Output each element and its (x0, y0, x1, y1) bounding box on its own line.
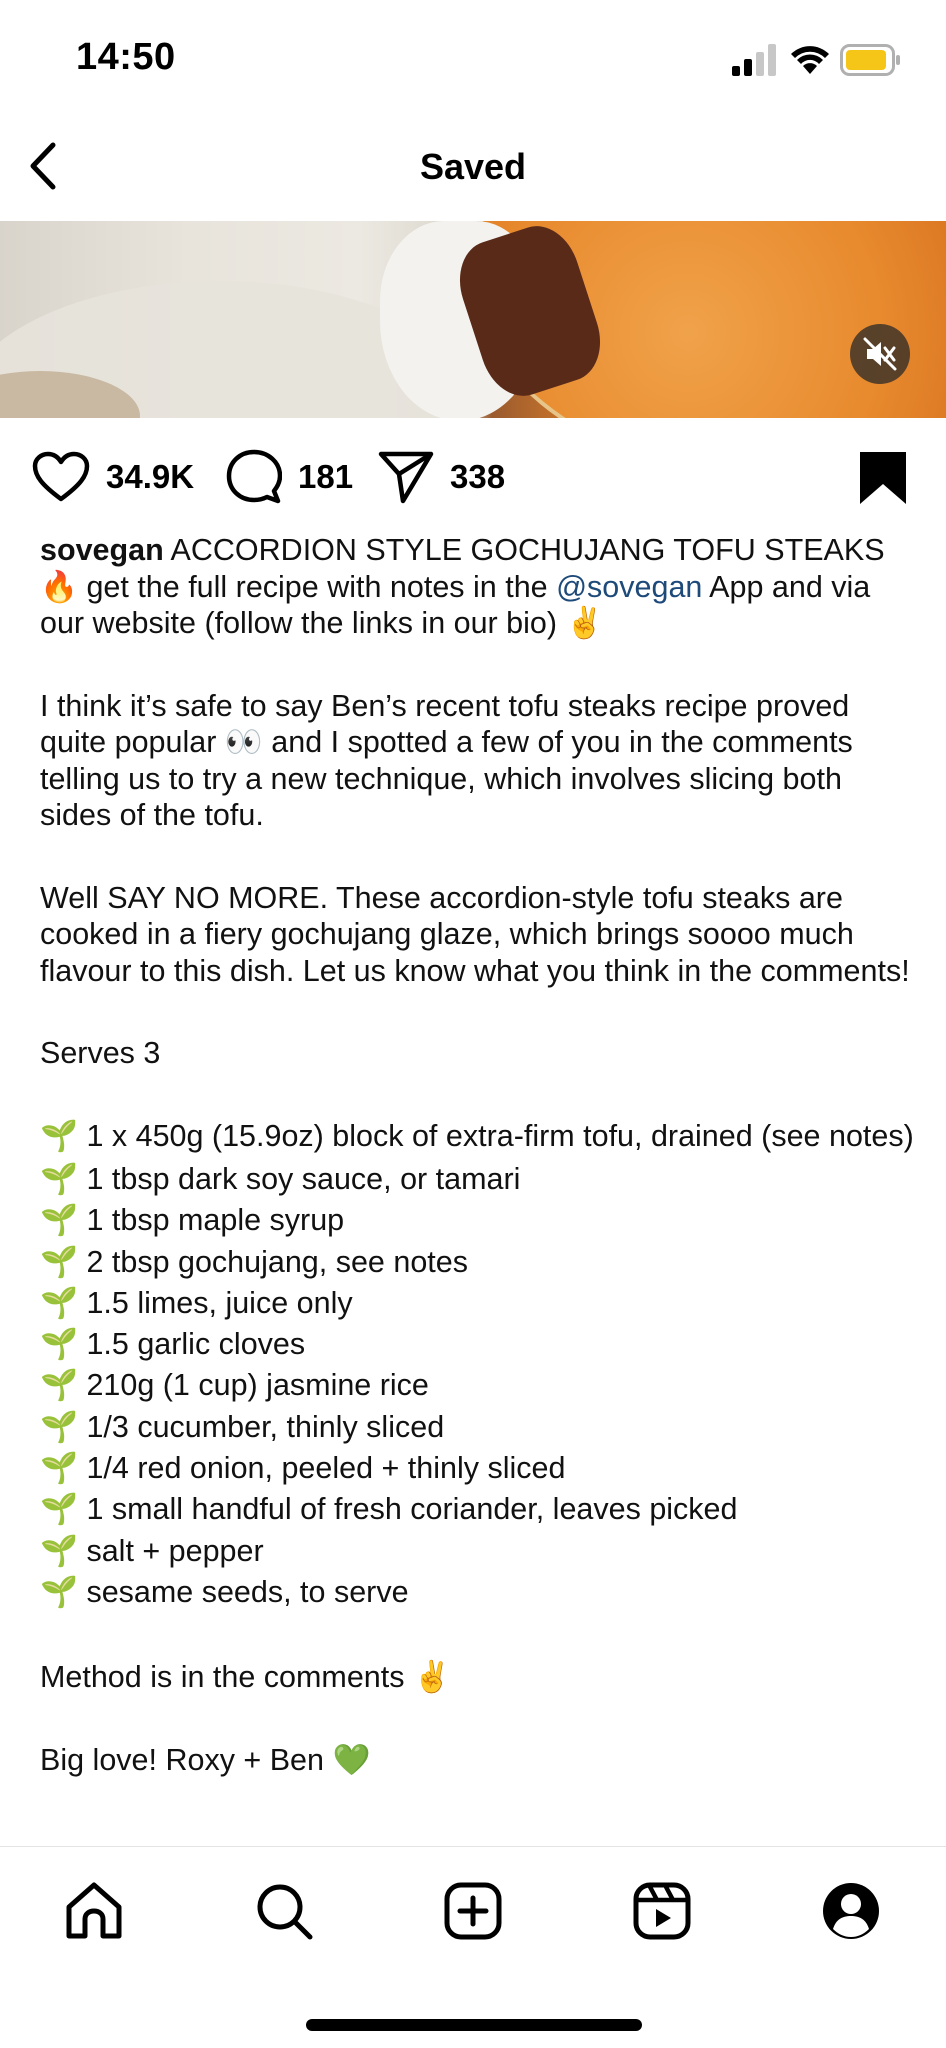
nav-create-button[interactable] (433, 1875, 513, 1947)
speaker-muted-icon (863, 337, 897, 371)
search-icon (257, 1884, 313, 1940)
post-caption: sovegan ACCORDION STYLE GOCHUJANG TOFU S… (40, 532, 920, 1778)
ingredient-item: 🌱 1 tbsp dark soy sauce, or tamari (40, 1162, 521, 1196)
caption-paragraph-1: I think it’s safe to say Ben’s recent to… (40, 688, 853, 833)
post-actions: 34.9K 181 338 (0, 440, 946, 514)
ingredient-item: 🌱 210g (1 cup) jasmine rice (40, 1368, 429, 1403)
ingredient-item: 🌱 1 tbsp maple syrup (40, 1203, 345, 1238)
signal-icon (732, 44, 776, 76)
ingredient-item: 🌱 1/4 red onion, peeled + thinly sliced (40, 1451, 566, 1486)
comment-button[interactable]: 181 (226, 440, 353, 514)
nav-search-button[interactable] (244, 1875, 324, 1947)
caption-username[interactable]: sovegan (40, 533, 164, 567)
mute-button[interactable] (850, 324, 910, 384)
post-video[interactable] (0, 221, 946, 418)
ingredient-item: 🌱 1.5 garlic cloves (40, 1327, 306, 1362)
share-button[interactable]: 338 (378, 440, 505, 514)
ingredient-item: 🌱 sesame seeds, to serve (40, 1574, 409, 1609)
status-bar: 14:50 (0, 0, 946, 110)
ingredient-item: 🌱 salt + pepper (40, 1533, 264, 1568)
bookmark-button[interactable] (856, 450, 910, 506)
create-icon (444, 1882, 502, 1940)
like-button[interactable]: 34.9K (32, 440, 194, 514)
caption-signoff: Big love! Roxy + Ben 💚 (40, 1742, 371, 1777)
ingredient-list: 🌱 1 x 450g (15.9oz) block of extra-firm … (40, 1118, 920, 1614)
ingredient-item: 🌱 1 x 450g (15.9oz) block of extra-firm … (40, 1118, 914, 1153)
nav-reels-button[interactable] (622, 1875, 702, 1947)
share-count: 338 (450, 458, 506, 495)
status-time: 14:50 (76, 36, 176, 78)
header: Saved (0, 110, 946, 220)
caption-serves: Serves 3 (40, 1036, 161, 1070)
caption-method: Method is in the comments ✌️ (40, 1660, 451, 1695)
heart-icon (32, 451, 90, 502)
caption-paragraph-2: Well SAY NO MORE. These accordion-style … (40, 880, 910, 988)
profile-icon (823, 1883, 879, 1939)
ingredient-item: 🌱 1.5 limes, juice only (40, 1285, 353, 1320)
home-icon (66, 1882, 122, 1939)
page-title: Saved (419, 146, 527, 187)
comment-count: 181 (298, 458, 354, 495)
caption-mention[interactable]: @sovegan (556, 570, 702, 604)
comment-icon (226, 449, 282, 504)
home-indicator[interactable] (306, 2019, 642, 2031)
like-count: 34.9K (106, 458, 195, 495)
nav-home-button[interactable] (54, 1875, 134, 1947)
wifi-icon (791, 46, 829, 74)
ingredient-item: 🌱 2 tbsp gochujang, see notes (40, 1244, 468, 1279)
ingredient-item: 🌱 1 small handful of fresh coriander, le… (40, 1492, 738, 1527)
paper-plane-icon (378, 451, 434, 504)
caption-intro: sovegan ACCORDION STYLE GOCHUJANG TOFU S… (40, 532, 920, 642)
nav-profile-button[interactable] (811, 1875, 891, 1947)
battery-icon (840, 44, 900, 76)
ingredient-item: 🌱 1/3 cucumber, thinly sliced (40, 1409, 445, 1444)
reels-icon (633, 1882, 691, 1940)
bottom-nav (0, 1846, 946, 2048)
